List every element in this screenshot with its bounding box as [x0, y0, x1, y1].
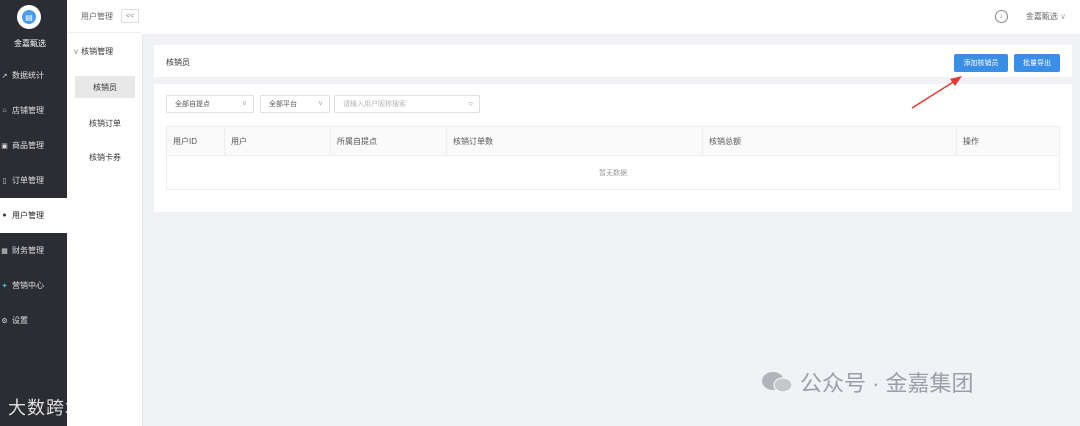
- sidebar-item-label: 营销中心: [12, 281, 44, 290]
- table-header: 用户ID 用户 所属自提点 核销订单数 核销总额 操作: [167, 127, 1059, 156]
- chart-icon: ↗: [1, 72, 8, 80]
- sidebar-item-label: 设置: [12, 316, 28, 325]
- brand-name: 金嘉甄选: [14, 39, 46, 48]
- pickup-point-select[interactable]: 全部自提点 ∨: [166, 95, 254, 113]
- watermark-left: 大数跨境: [8, 394, 84, 420]
- sidebar-item-data-stats[interactable]: ↗ 数据统计: [0, 58, 67, 93]
- sidebar-item-label: 订单管理: [12, 176, 44, 185]
- sidebar-item-finance[interactable]: ▦ 财务管理: [0, 233, 67, 268]
- column-header: 操作: [963, 136, 979, 146]
- main-sidebar: ▤ 金嘉甄选 ↗ 数据统计 ⌂ 店铺管理 ▣ 商品管理 ▯ 订单管理 ● 用户管…: [0, 0, 67, 426]
- column-header: 核销订单数: [447, 127, 703, 155]
- sidebar-menu: ↗ 数据统计 ⌂ 店铺管理 ▣ 商品管理 ▯ 订单管理 ● 用户管理 ▦ 财务管…: [0, 58, 67, 338]
- column-header: 核销总额: [703, 127, 957, 155]
- settings-icon: ⚙: [1, 317, 8, 325]
- wechat-icon: [762, 372, 793, 393]
- store-icon: ⌂: [2, 107, 7, 114]
- subnav-group-label: 核销管理: [81, 47, 114, 56]
- page-title: 核销员: [166, 58, 190, 67]
- subnav-header: 用户管理 <<: [67, 0, 142, 33]
- platform-select-value: 全部平台: [269, 101, 297, 108]
- empty-state: 暂无数据: [599, 170, 627, 177]
- top-right-tools: ↓ 金嘉甄选 ∨: [994, 10, 1066, 23]
- sidebar-item-label: 用户管理: [12, 211, 44, 220]
- user-icon: ●: [2, 212, 7, 219]
- search-icon[interactable]: ○: [468, 99, 473, 108]
- order-icon: ▯: [2, 177, 7, 185]
- sidebar-item-store[interactable]: ⌂ 店铺管理: [0, 93, 67, 128]
- column-header: 所属自提点: [331, 127, 447, 155]
- store-icon: ▤: [22, 10, 36, 24]
- brand-logo: ▤: [17, 5, 41, 29]
- finance-icon: ▦: [1, 247, 8, 255]
- chevron-down-icon: ∨: [241, 100, 247, 107]
- chevron-down-icon: ∨: [1060, 12, 1066, 21]
- subnav-item-verifier[interactable]: 核销员: [75, 76, 135, 98]
- watermark-right: 公众号 · 金嘉集团: [760, 366, 974, 398]
- search-placeholder: 请输入用户昵称搜索: [343, 101, 406, 108]
- sidebar-item-label: 店铺管理: [12, 106, 44, 115]
- subnav-group-verification[interactable]: ∨ 核销管理: [73, 46, 113, 57]
- watermark-left-text: 大数跨境: [8, 398, 84, 418]
- store-switcher[interactable]: 金嘉甄选 ∨: [1026, 11, 1066, 22]
- sidebar-item-orders[interactable]: ▯ 订单管理: [0, 163, 67, 198]
- subnav-item-verify-orders[interactable]: 核销订单: [75, 112, 135, 134]
- download-icon[interactable]: ↓: [994, 10, 1008, 23]
- bulk-export-button[interactable]: 批量导出: [1014, 54, 1060, 72]
- add-verifier-button[interactable]: 添加核销员: [954, 54, 1008, 72]
- sidebar-item-users[interactable]: ● 用户管理: [0, 198, 67, 233]
- content-panel: 全部自提点 ∨ 全部平台 ∨ 请输入用户昵称搜索 ○ 用户ID 用户 所属自提点…: [154, 84, 1072, 212]
- collapse-button[interactable]: <<: [121, 9, 139, 23]
- column-header: 用户ID: [167, 127, 225, 155]
- chevron-down-icon: ∨: [73, 47, 79, 56]
- sidebar-item-marketing[interactable]: ✦ 营销中心: [0, 268, 67, 303]
- platform-select[interactable]: 全部平台 ∨: [260, 95, 330, 113]
- subnav-title: 用户管理: [81, 11, 113, 21]
- column-header: 用户: [225, 127, 331, 155]
- verifier-table: 用户ID 用户 所属自提点 核销订单数 核销总额 操作 暂无数据: [166, 126, 1060, 190]
- pickup-select-value: 全部自提点: [175, 101, 210, 108]
- panel-header: 核销员 添加核销员 批量导出: [154, 45, 1072, 77]
- secondary-nav: 用户管理 << ∨ 核销管理 核销员 核销订单 核销卡券: [67, 0, 143, 426]
- sidebar-item-label: 财务管理: [12, 246, 44, 255]
- sidebar-item-settings[interactable]: ⚙ 设置: [0, 303, 67, 338]
- goods-icon: ▣: [1, 142, 8, 150]
- store-name: 金嘉甄选: [1025, 12, 1058, 21]
- marketing-icon: ✦: [1, 282, 8, 290]
- sidebar-item-goods[interactable]: ▣ 商品管理: [0, 128, 67, 163]
- top-bar: ↓ 金嘉甄选 ∨: [142, 0, 1080, 35]
- subnav-item-verify-coupons[interactable]: 核销卡券: [75, 146, 135, 168]
- search-input[interactable]: 请输入用户昵称搜索 ○: [334, 95, 480, 113]
- chevron-down-icon: ∨: [317, 100, 323, 107]
- sidebar-item-label: 数据统计: [12, 71, 44, 80]
- sidebar-item-label: 商品管理: [12, 141, 44, 150]
- watermark-right-text: 公众号 · 金嘉集团: [800, 371, 974, 396]
